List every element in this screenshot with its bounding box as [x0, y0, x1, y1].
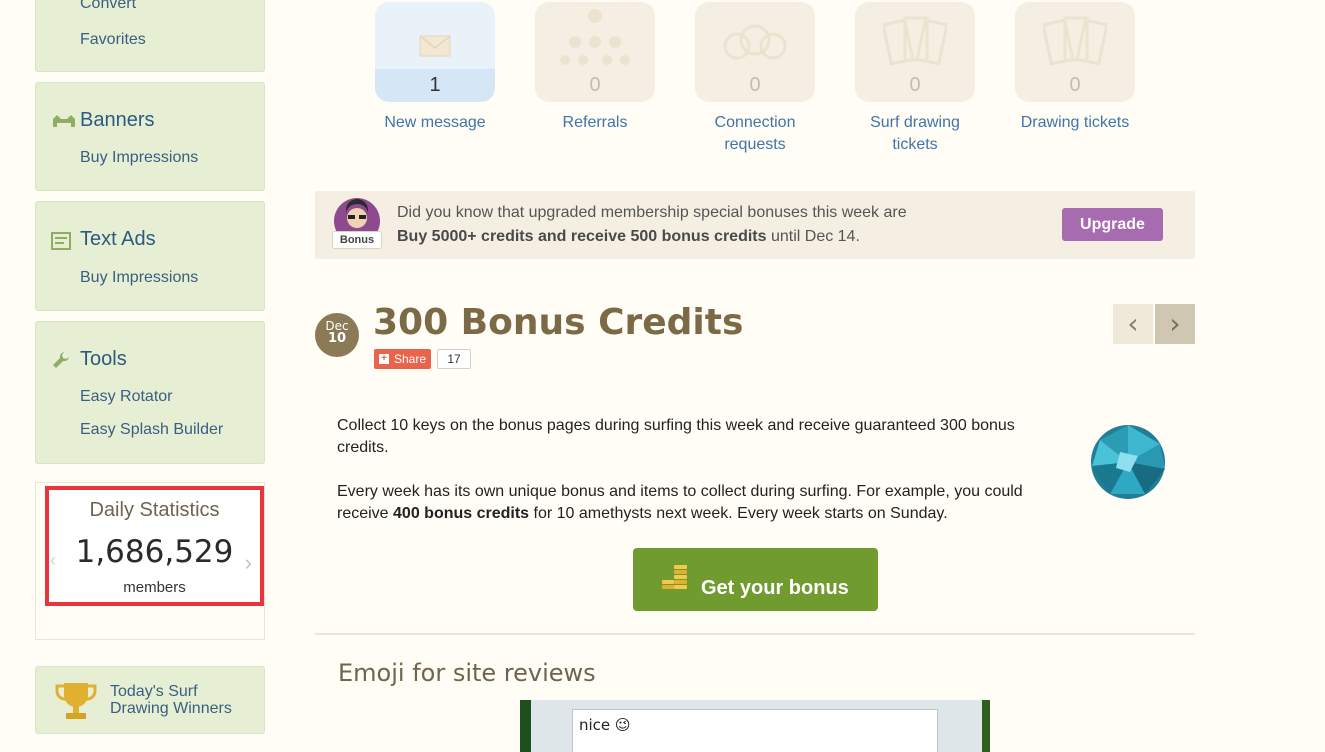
get-bonus-label: Get your bonus — [701, 577, 849, 599]
tile-label-surf-line1: Surf drawing — [870, 114, 960, 131]
upgrade-button[interactable]: Upgrade — [1062, 208, 1163, 241]
text-ad-icon — [51, 232, 71, 250]
tile-count-surf-tickets: 0 — [909, 74, 921, 96]
trophy-icon — [55, 683, 97, 719]
share-button[interactable]: + Share — [374, 349, 431, 369]
tile-label-connection-line1: Connection — [714, 114, 796, 131]
members-count: 1,686,529 — [75, 534, 234, 570]
tile-count-drawing-tickets: 0 — [1069, 74, 1081, 96]
tile-new-message[interactable]: 1 — [375, 2, 495, 102]
crystal-gem-icon — [1091, 425, 1165, 499]
banner-icon — [53, 115, 75, 127]
notice-line-1: Did you know that upgraded membership sp… — [397, 204, 907, 221]
bonus-badge: Bonus — [332, 231, 382, 249]
tile-label-referrals[interactable]: Referrals — [515, 112, 675, 134]
post-paragraph-2-end: for 10 amethysts next week. Every week s… — [529, 505, 948, 522]
post-date-day: 10 — [327, 331, 347, 346]
tile-surf-drawing-tickets[interactable]: 0 — [855, 2, 975, 102]
wrench-icon — [53, 352, 69, 368]
ticket-icon — [883, 16, 947, 66]
connection-icon — [723, 24, 787, 60]
referrals-icon — [560, 9, 630, 65]
sidebar-link-easy-rotator[interactable]: Easy Rotator — [80, 388, 172, 406]
sidebar-heading-text-ads[interactable]: Text Ads — [80, 228, 156, 251]
tile-connection-requests[interactable]: 0 — [695, 2, 815, 102]
notice-line-2: Buy 5000+ credits and receive 500 bonus … — [397, 228, 860, 246]
tile-label-connection-line2: requests — [724, 136, 786, 153]
tile-label-connection-requests[interactable]: Connection requests — [675, 112, 835, 156]
sidebar-link-favorites[interactable]: Favorites — [80, 31, 146, 49]
post-paragraph-2-bold: 400 bonus credits — [393, 505, 530, 522]
sidebar-box-banners: Banners Buy Impressions — [35, 82, 265, 191]
tile-label-drawing-tickets[interactable]: Drawing tickets — [995, 112, 1155, 134]
share-label: Share — [394, 352, 427, 366]
tile-count-messages: 1 — [375, 69, 495, 102]
tile-drawing-tickets[interactable]: 0 — [1015, 2, 1135, 102]
tile-referrals[interactable]: 0 — [535, 2, 655, 102]
emoji-section-title: Emoji for site reviews — [338, 659, 596, 687]
plus-icon: + — [379, 354, 389, 364]
winners-line-1: Today's Surf — [110, 683, 198, 700]
surf-drawing-winners-box[interactable]: Today's Surf Drawing Winners — [35, 666, 265, 734]
tile-count-referrals: 0 — [589, 74, 601, 96]
sidebar-box-convert: Convert Favorites — [35, 0, 265, 72]
sidebar-link-textad-impressions[interactable]: Buy Impressions — [80, 269, 198, 287]
post-title: 300 Bonus Credits — [373, 302, 744, 343]
notice-offer: Buy 5000+ credits and receive 500 bonus … — [397, 228, 767, 245]
preview-right-strip — [982, 700, 990, 752]
upgrade-notice: Bonus Did you know that upgraded members… — [315, 191, 1195, 259]
sidebar-link-easy-splash-builder[interactable]: Easy Splash Builder — [80, 421, 223, 439]
stats-prev-icon[interactable]: ‹ — [50, 550, 56, 571]
section-divider — [315, 633, 1195, 635]
tile-count-connections: 0 — [749, 74, 761, 96]
prev-post-icon[interactable]: ‹ — [1113, 304, 1153, 344]
next-post-icon[interactable]: › — [1155, 304, 1195, 344]
get-bonus-button[interactable]: Get your bonus — [633, 548, 878, 611]
stats-next-icon[interactable]: › — [245, 550, 252, 576]
sidebar-heading-banners[interactable]: Banners — [80, 109, 155, 132]
share-count: 17 — [437, 349, 471, 369]
tile-label-surf-line2: tickets — [892, 136, 938, 153]
winners-line-2: Drawing Winners — [110, 700, 232, 717]
sidebar-heading-tools[interactable]: Tools — [80, 348, 127, 371]
sidebar-link-convert[interactable]: Convert — [80, 0, 136, 13]
daily-statistics-highlight: Daily Statistics 1,686,529 members ‹ › — [45, 486, 264, 606]
preview-left-strip — [520, 700, 531, 752]
notice-until: until Dec 14. — [766, 228, 860, 245]
members-label: members — [123, 579, 186, 596]
sidebar-box-text-ads: Text Ads Buy Impressions — [35, 201, 265, 311]
post-date-badge: Dec 10 — [315, 313, 359, 357]
review-preview-image: nice 😉 — [520, 700, 990, 752]
review-textarea[interactable]: nice 😉 — [572, 709, 938, 752]
daily-statistics-title: Daily Statistics — [89, 499, 220, 521]
sidebar-link-banner-impressions[interactable]: Buy Impressions — [80, 149, 198, 167]
ticket-icon — [1043, 16, 1107, 66]
tile-label-surf-drawing-tickets[interactable]: Surf drawing tickets — [835, 112, 995, 156]
post-paragraph-1: Collect 10 keys on the bonus pages durin… — [337, 417, 1015, 456]
post-paragraph-2: Every week has its own unique bonus and … — [337, 481, 1037, 525]
tile-label-new-message[interactable]: New message — [355, 112, 515, 134]
sidebar-box-tools: Tools Easy Rotator Easy Splash Builder — [35, 321, 265, 464]
review-textarea-value: nice 😉 — [579, 716, 631, 734]
envelope-icon — [419, 35, 451, 57]
coins-icon — [662, 565, 687, 589]
